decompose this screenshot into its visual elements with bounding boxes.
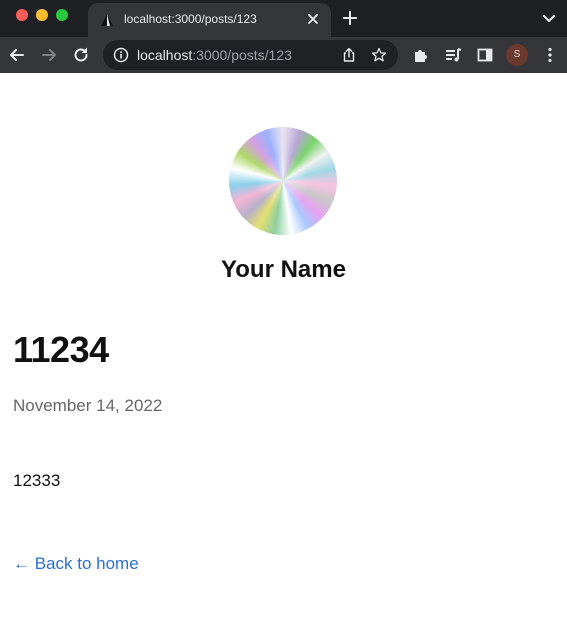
page-content: Your Name 11234 November 14, 2022 12333 … [0,73,567,644]
profile-avatar[interactable]: S [506,44,528,66]
tab-title: localhost:3000/posts/123 [124,12,257,26]
kebab-menu-icon[interactable] [540,45,560,65]
arrow-right-icon[interactable] [39,45,59,65]
chevron-down-icon[interactable] [541,10,557,26]
address-bar[interactable]: localhost:3000/posts/123 [103,40,398,70]
tab-strip: localhost:3000/posts/123 [0,0,567,37]
author-name: Your Name [221,256,346,283]
url-host: localhost [137,47,193,63]
post-date: November 14, 2022 [13,396,163,415]
plus-icon[interactable] [340,8,360,28]
url-text[interactable]: localhost:3000/posts/123 [137,47,292,63]
post-body: 12333 [13,471,61,490]
browser-window: localhost:3000/posts/123 localhost:3000/… [0,0,567,644]
media-queue-icon[interactable] [443,45,463,65]
close-window-button[interactable] [16,9,28,21]
author-avatar [229,127,337,235]
reload-icon[interactable] [71,45,91,65]
minimize-window-button[interactable] [36,9,48,21]
star-icon[interactable] [371,47,387,63]
arrow-left-icon[interactable] [7,45,27,65]
triangle-favicon-icon [101,14,113,26]
active-tab[interactable]: localhost:3000/posts/123 [88,3,331,37]
post-title: 11234 [13,329,109,370]
share-icon[interactable] [341,47,357,63]
side-panel-icon[interactable] [475,45,495,65]
back-to-home-link[interactable]: ← Back to home [13,554,139,574]
close-icon[interactable] [305,11,321,27]
browser-toolbar: localhost:3000/posts/123 S [0,37,567,73]
maximize-window-button[interactable] [56,9,68,21]
info-icon[interactable] [113,47,129,63]
url-path: :3000/posts/123 [192,47,292,63]
puzzle-icon[interactable] [411,45,431,65]
